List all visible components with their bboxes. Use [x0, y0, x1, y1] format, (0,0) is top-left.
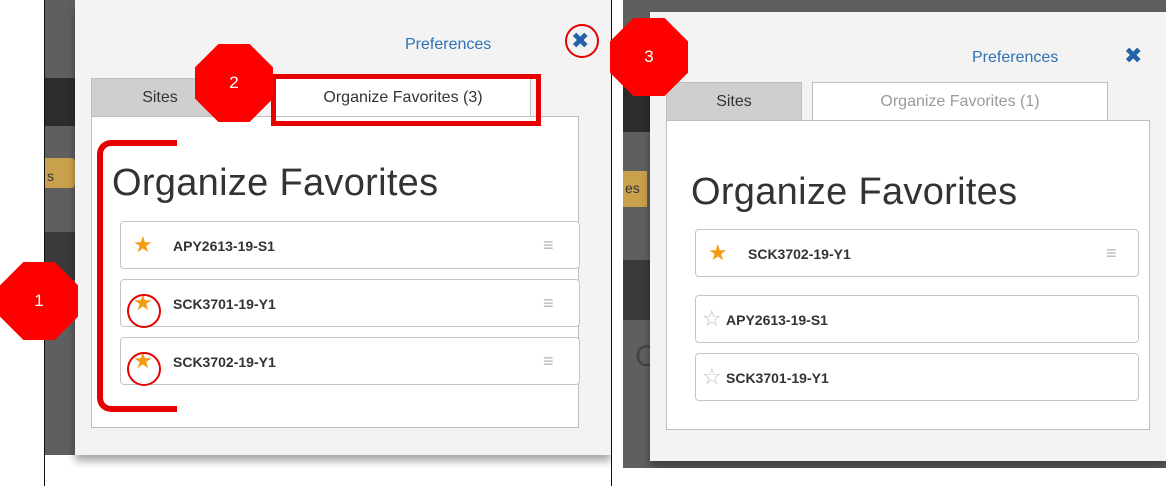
favorites-panel: Organize Favorites ★ SCK3702-19-Y1 ≡ ☆ A…	[666, 120, 1150, 430]
close-icon[interactable]: ✖	[1124, 45, 1142, 67]
favorite-code: SCK3702-19-Y1	[173, 354, 276, 370]
favorite-row[interactable]: ★ SCK3702-19-Y1 ≡	[695, 229, 1139, 277]
comparison-screenshot: s Preferences ✖ Sites Organize Favorites…	[0, 0, 1166, 486]
filled-star-icon[interactable]: ★	[708, 242, 728, 264]
preferences-link[interactable]: Preferences	[405, 36, 491, 54]
badge-number: 1	[34, 291, 44, 310]
annotation-badge-1: 1	[0, 262, 78, 340]
empty-star-icon[interactable]: ☆	[702, 308, 722, 330]
preferences-link[interactable]: Preferences	[972, 49, 1058, 67]
annotation-star-ring	[127, 294, 161, 328]
right-screenshot-frame: es C Preferences ✖ Sites Organize Favori…	[623, 0, 1166, 468]
tab-organize-favorites[interactable]: Organize Favorites (1)	[812, 82, 1108, 120]
badge-number: 3	[644, 47, 654, 66]
favorite-row[interactable]: ★ SCK3701-19-Y1 ≡	[120, 279, 580, 327]
favorite-code: SCK3701-19-Y1	[726, 370, 829, 386]
drag-handle-icon[interactable]: ≡	[543, 236, 554, 254]
favorite-row[interactable]: ☆ APY2613-19-S1	[695, 295, 1139, 343]
favorite-code: SCK3702-19-Y1	[748, 246, 851, 262]
background-peek-text: es	[625, 180, 640, 196]
annotation-close-ring	[565, 24, 599, 58]
favorite-code: APY2613-19-S1	[726, 312, 828, 328]
tab-sites-label: Sites	[716, 93, 752, 110]
tab-sites[interactable]: Sites	[666, 82, 802, 120]
drag-handle-icon[interactable]: ≡	[543, 294, 554, 312]
tab-sites-label: Sites	[142, 89, 178, 106]
drag-handle-icon[interactable]: ≡	[543, 352, 554, 370]
badge-number: 2	[229, 73, 239, 92]
background-peek-text: s	[47, 168, 54, 184]
annotation-badge-3: 3	[610, 18, 688, 96]
left-screenshot-frame: s Preferences ✖ Sites Organize Favorites…	[44, 0, 612, 486]
empty-star-icon[interactable]: ☆	[702, 366, 722, 388]
favorite-row[interactable]: ☆ SCK3701-19-Y1	[695, 353, 1139, 401]
favorite-code: APY2613-19-S1	[173, 238, 275, 254]
drag-handle-icon[interactable]: ≡	[1106, 244, 1117, 262]
annotation-star-ring	[127, 352, 161, 386]
tab-organize-favorites-label: Organize Favorites (1)	[880, 93, 1040, 110]
annotation-tab-highlight	[271, 74, 541, 126]
page-title: Organize Favorites	[691, 171, 1018, 213]
favorite-row[interactable]: ★ APY2613-19-S1 ≡	[120, 221, 580, 269]
favorites-dialog: Preferences ✖ Sites Organize Favorites (…	[650, 12, 1166, 461]
favorite-row[interactable]: ★ SCK3702-19-Y1 ≡	[120, 337, 580, 385]
favorite-code: SCK3701-19-Y1	[173, 296, 276, 312]
